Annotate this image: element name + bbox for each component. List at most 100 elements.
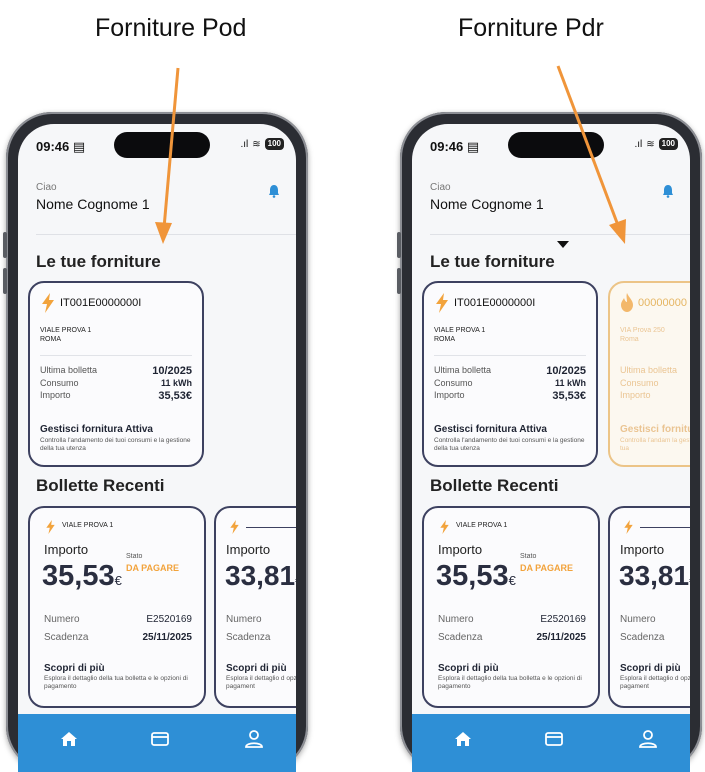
bill-status-badge: DA PAGARE	[520, 563, 574, 573]
bill-details-link[interactable]: Scopri di più	[438, 663, 499, 674]
lightning-icon	[440, 520, 449, 534]
divider	[36, 234, 296, 235]
supply-card-electric[interactable]: IT001E0000000I VIALE PROVA 1 ROMA Ultima…	[28, 281, 204, 467]
section-title-bollette: Bollette Recenti	[430, 476, 559, 495]
signal-icon: .ıl	[240, 138, 249, 150]
row-importo: Importo	[620, 390, 651, 400]
supply-city: Roma	[620, 336, 639, 343]
status-time: 09:46 ▤	[36, 139, 86, 154]
volume-button	[3, 232, 7, 258]
dynamic-island	[114, 132, 210, 158]
divider	[430, 234, 690, 235]
bill-status-label: Stato	[126, 553, 143, 560]
manage-supply-link[interactable]: Gestisci fornitura Attiva	[434, 424, 547, 435]
supply-address: VIALE PROVA 1	[434, 327, 486, 334]
lightning-icon	[624, 520, 633, 534]
wifi-icon: ≋	[646, 138, 655, 150]
bill-amount-label: Importo	[226, 542, 271, 557]
status-time: 09:46 ▤	[430, 139, 480, 154]
bill-amount-label: Importo	[438, 542, 483, 557]
divider	[434, 355, 586, 356]
bill-status-badge: DA PAGARE	[126, 563, 180, 573]
bill-card[interactable]: Importo 33,81€ Numero Scadenza Scopri di…	[608, 506, 690, 708]
manage-supply-description: Controlla l'andamento dei tuoi consumi e…	[434, 437, 585, 452]
phone-mockup-pod: 09:46 ▤ .ıl ≋ 100 Ciao Nome Cognome 1 Le…	[3, 112, 308, 772]
card-icon[interactable]	[543, 728, 565, 750]
phone-screen: 09:46 ▤ .ıl ≋ 100 Ciao Nome Cognome 1 Le…	[18, 124, 296, 772]
supply-code: IT001E0000000I	[60, 297, 142, 309]
user-icon[interactable]	[243, 728, 265, 750]
signal-icon: .ıl	[634, 138, 643, 150]
row-numero: Numero E2520169	[438, 614, 586, 625]
bill-amount: 35,53€	[436, 560, 516, 592]
bill-address: VIALE PROVA 1	[62, 522, 114, 529]
row-scadenza: Scadenza	[620, 632, 665, 643]
bottom-tab-bar	[412, 714, 690, 772]
dropdown-indicator-icon	[557, 241, 569, 248]
user-icon[interactable]	[637, 728, 659, 750]
supply-card-electric[interactable]: IT001E0000000I VIALE PROVA 1 ROMA Ultima…	[422, 281, 598, 467]
home-icon[interactable]	[58, 728, 80, 750]
lightning-icon	[436, 293, 448, 313]
volume-button	[397, 232, 401, 258]
status-icons: .ıl ≋ 100	[240, 138, 284, 150]
bill-details-link[interactable]: Scopri di più	[620, 663, 681, 674]
row-numero: Numero	[226, 614, 262, 625]
bill-amount: 33,81€	[619, 560, 690, 591]
row-numero: Numero E2520169	[44, 614, 192, 625]
row-importo: Importo 35,53€	[40, 390, 192, 402]
card-icon[interactable]	[149, 728, 171, 750]
greeting-label: Ciao	[430, 182, 451, 193]
wifi-icon: ≋	[252, 138, 261, 150]
divider	[246, 527, 296, 528]
bottom-tab-bar	[18, 714, 296, 772]
supply-card-gas[interactable]: 00000000 VIA Prova 250 Roma Ultima bolle…	[608, 281, 690, 467]
lightning-icon	[230, 520, 239, 534]
manage-supply-link[interactable]: Gestisci fornitura Attiva	[40, 424, 153, 435]
bill-card[interactable]: Importo 33,81€ Numero Scadenza Scopri di…	[214, 506, 296, 708]
bill-amount: 35,53€	[42, 560, 122, 592]
row-scadenza: Scadenza	[226, 632, 271, 643]
manage-supply-link[interactable]: Gestisci fornitu	[620, 424, 690, 435]
row-numero: Numero	[620, 614, 656, 625]
supply-address: VIA Prova 250	[620, 327, 665, 334]
row-consumo: Consumo 11 kWh	[40, 378, 192, 388]
row-consumo: Consumo 11 kWh	[434, 378, 586, 388]
divider	[640, 527, 690, 528]
battery-icon: 100	[658, 138, 678, 150]
bill-details-link[interactable]: Scopri di più	[44, 663, 105, 674]
volume-button	[3, 268, 7, 294]
row-importo: Importo 35,53€	[434, 390, 586, 402]
row-scadenza: Scadenza 25/11/2025	[44, 632, 192, 643]
section-title-bollette: Bollette Recenti	[36, 476, 165, 495]
bill-card[interactable]: VIALE PROVA 1 Importo 35,53€ Stato DA PA…	[422, 506, 600, 708]
dynamic-island	[508, 132, 604, 158]
supply-code: IT001E0000000I	[454, 297, 536, 309]
status-icons: .ıl ≋ 100	[634, 138, 678, 150]
phone-screen: 09:46 ▤ .ıl ≋ 100 Ciao Nome Cognome 1 Le…	[412, 124, 690, 772]
user-name: Nome Cognome 1	[36, 196, 150, 212]
bill-details-description: Esplora il dettaglio d opzioni di pagame…	[620, 675, 690, 690]
row-consumo: Consumo	[620, 378, 659, 388]
bill-details-link[interactable]: Scopri di più	[226, 663, 287, 674]
volume-button	[397, 268, 401, 294]
bill-details-description: Esplora il dettaglio della tua bolletta …	[438, 675, 582, 690]
flame-icon	[621, 293, 633, 312]
battery-icon: 100	[264, 138, 284, 150]
bill-card[interactable]: VIALE PROVA 1 Importo 35,53€ Stato DA PA…	[28, 506, 206, 708]
row-ultima-bolletta: Ultima bolletta 10/2025	[40, 365, 192, 377]
bill-amount-label: Importo	[620, 542, 665, 557]
bell-icon[interactable]	[268, 184, 280, 198]
row-ultima-bolletta: Ultima bolletta 10/2025	[434, 365, 586, 377]
bill-address: VIALE PROVA 1	[456, 522, 508, 529]
section-title-forniture: Le tue forniture	[36, 252, 161, 271]
row-ultima-bolletta: Ultima bolletta	[620, 365, 678, 375]
phone-mockup-pdr: 09:46 ▤ .ıl ≋ 100 Ciao Nome Cognome 1 Le…	[397, 112, 702, 772]
supply-address: VIALE PROVA 1	[40, 327, 92, 334]
home-icon[interactable]	[452, 728, 474, 750]
divider	[40, 355, 192, 356]
lightning-icon	[42, 293, 54, 313]
supply-city: ROMA	[40, 336, 61, 343]
greeting-label: Ciao	[36, 182, 57, 193]
bell-icon[interactable]	[662, 184, 674, 198]
